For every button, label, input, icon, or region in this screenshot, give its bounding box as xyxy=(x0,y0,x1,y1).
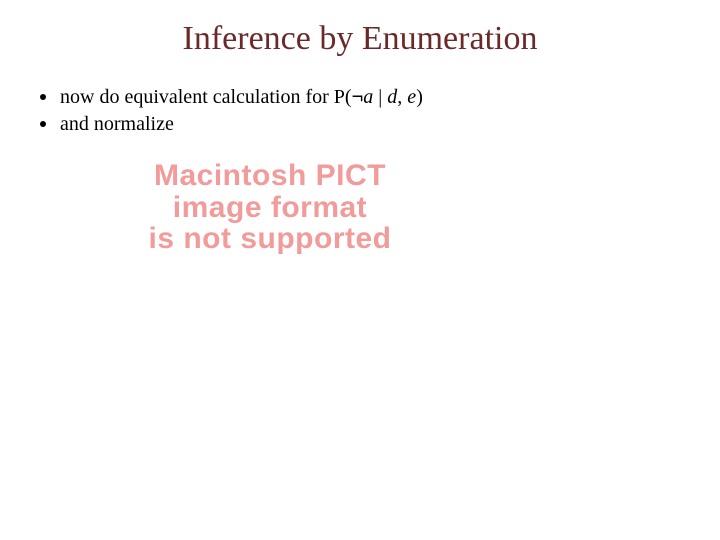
text-prefix: now do equivalent calculation for P( xyxy=(60,86,352,108)
negation-symbol: ¬ xyxy=(352,86,364,108)
list-item: now do equivalent calculation for P(¬a |… xyxy=(40,86,720,109)
warning-line-1: Macintosh PICT xyxy=(90,160,450,192)
variable-a: a xyxy=(363,86,373,108)
slide: Inference by Enumeration now do equivale… xyxy=(0,0,720,540)
unsupported-image-warning: Macintosh PICT image format is not suppo… xyxy=(90,160,450,255)
variable-d: d xyxy=(387,86,397,108)
bullet-icon xyxy=(40,121,46,127)
bullet-text-2: and normalize xyxy=(60,113,174,136)
variable-e: e xyxy=(407,86,416,108)
bullet-icon xyxy=(40,94,46,100)
bullet-list: now do equivalent calculation for P(¬a |… xyxy=(0,86,720,136)
text-suffix: ) xyxy=(416,86,423,108)
bullet-text-1: now do equivalent calculation for P(¬a |… xyxy=(60,86,423,109)
slide-title: Inference by Enumeration xyxy=(0,20,720,58)
text-sep: , xyxy=(397,86,407,108)
warning-line-2: image format xyxy=(90,192,450,224)
list-item: and normalize xyxy=(40,113,720,136)
text-mid: | xyxy=(373,86,387,108)
warning-line-3: is not supported xyxy=(90,223,450,255)
